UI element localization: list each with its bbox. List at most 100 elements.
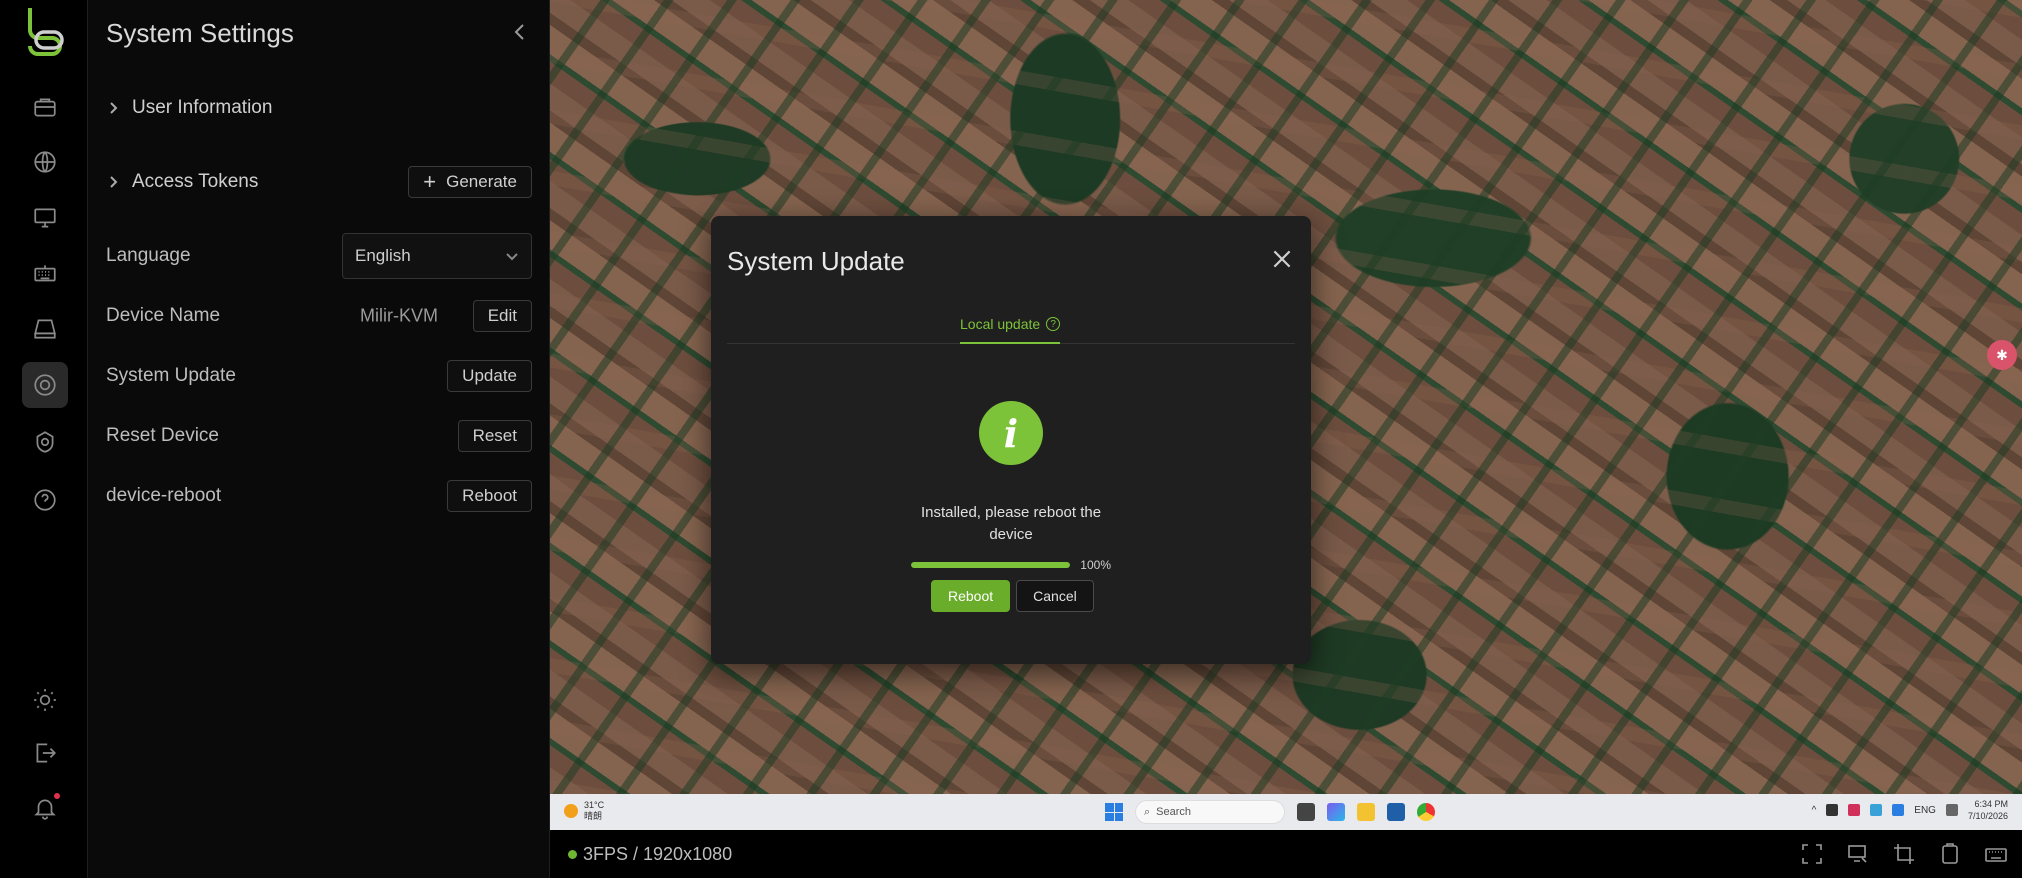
theme-icon[interactable] xyxy=(22,677,68,723)
language-row: Language English xyxy=(106,233,532,279)
modal-title: System Update xyxy=(727,246,905,276)
reboot-label: Reboot xyxy=(462,486,517,505)
app-logo-icon xyxy=(22,8,66,58)
generate-label: Generate xyxy=(446,172,517,191)
fullscreen-icon[interactable] xyxy=(1800,842,1824,866)
chevron-right-icon xyxy=(106,101,120,115)
monitor-icon[interactable] xyxy=(22,195,68,241)
task-view-icon[interactable] xyxy=(1297,803,1315,821)
device-reboot-label: device-reboot xyxy=(106,485,222,506)
help-icon[interactable]: ? xyxy=(1046,317,1061,331)
weather-temp: 31°C xyxy=(584,800,605,810)
system-settings-panel: System Settings User Information Access … xyxy=(88,0,550,878)
remote-taskbar: 31°C 晴朗 ⌕ Search ^ ENG 6:34 PM 7/10/2026 xyxy=(550,794,2022,830)
modal-actions: Reboot Cancel xyxy=(931,580,1094,612)
taskbar-search-label: Search xyxy=(1156,806,1192,818)
notification-badge xyxy=(54,793,60,799)
collapse-panel-icon[interactable] xyxy=(508,20,532,44)
chevron-down-icon xyxy=(506,253,518,261)
modal-tabs: Local update ? xyxy=(727,306,1295,344)
status-bar: 3FPS / 1920x1080 xyxy=(550,830,2022,878)
language-indicator[interactable]: ENG xyxy=(1914,805,1936,816)
device-settings-icon[interactable] xyxy=(22,419,68,465)
clipboard-icon[interactable] xyxy=(1938,842,1962,866)
globe-icon[interactable] xyxy=(22,139,68,185)
system-update-row: System Update Update xyxy=(106,356,532,396)
tray-app-icon[interactable] xyxy=(1826,804,1839,816)
language-select[interactable]: English xyxy=(342,233,532,279)
sun-icon xyxy=(564,804,578,818)
close-icon[interactable] xyxy=(1269,246,1295,272)
info-icon: i xyxy=(979,401,1043,465)
taskbar-clock[interactable]: 6:34 PM 7/10/2026 xyxy=(1968,798,2008,822)
device-name-label: Device Name xyxy=(106,305,221,326)
taskbar-center: ⌕ Search xyxy=(1105,800,1435,824)
keyboard-icon[interactable] xyxy=(22,251,68,297)
tab-local-update[interactable]: Local update ? xyxy=(960,306,1061,344)
reboot-button[interactable]: Reboot xyxy=(447,480,532,512)
weather-desc: 晴朗 xyxy=(584,811,603,821)
access-tokens-label: Access Tokens xyxy=(132,171,259,192)
update-label: Update xyxy=(462,366,517,385)
access-tokens-row[interactable]: Access Tokens + Generate xyxy=(106,162,532,202)
chrome-icon[interactable] xyxy=(1417,803,1435,821)
taskbar-search[interactable]: ⌕ Search xyxy=(1135,800,1285,824)
network-icon[interactable] xyxy=(1945,804,1958,816)
tab-local-update-label: Local update xyxy=(960,316,1041,332)
status-toolbar xyxy=(1800,842,2008,866)
store-icon[interactable] xyxy=(1387,803,1405,821)
tray-app-icon[interactable] xyxy=(1870,804,1883,816)
tray-chevron-up-icon[interactable]: ^ xyxy=(1812,805,1817,816)
user-information-label: User Information xyxy=(132,97,273,118)
weather-widget[interactable]: 31°C 晴朗 xyxy=(564,800,604,822)
windows-start-icon[interactable] xyxy=(1105,803,1123,821)
generate-button[interactable]: + Generate xyxy=(408,166,532,198)
edit-button[interactable]: Edit xyxy=(472,300,532,332)
progress-percent: 100% xyxy=(1080,558,1111,572)
connection-status-dot xyxy=(568,849,577,859)
edit-label: Edit xyxy=(487,306,517,325)
device-reboot-row: device-reboot Reboot xyxy=(106,476,532,516)
notification-icon[interactable] xyxy=(22,785,68,831)
device-name-value: Milir-KVM xyxy=(360,305,438,326)
search-icon: ⌕ xyxy=(1144,805,1151,818)
bluetooth-icon[interactable] xyxy=(1892,804,1905,816)
file-explorer-icon[interactable] xyxy=(1357,803,1375,821)
device-name-row: Device Name Milir-KVM Edit xyxy=(106,296,532,336)
progress-track xyxy=(911,562,1071,568)
modal-reboot-button[interactable]: Reboot xyxy=(931,580,1011,612)
briefcase-icon[interactable] xyxy=(22,84,68,130)
settings-icon[interactable] xyxy=(22,362,68,408)
copilot-icon[interactable] xyxy=(1327,803,1345,821)
screen-settings-icon[interactable] xyxy=(1846,842,1870,866)
system-update-modal: System Update Local update ? i Installed… xyxy=(711,216,1311,664)
language-value: English xyxy=(355,246,411,265)
reset-device-label: Reset Device xyxy=(106,425,219,446)
reset-button[interactable]: Reset xyxy=(457,420,532,452)
language-label: Language xyxy=(106,245,191,266)
crop-icon[interactable] xyxy=(1892,842,1916,866)
reset-device-row: Reset Device Reset xyxy=(106,416,532,456)
logout-icon[interactable] xyxy=(22,730,68,776)
clock-date: 7/10/2026 xyxy=(1967,811,2008,821)
modal-cancel-button[interactable]: Cancel xyxy=(1016,580,1094,612)
help-icon[interactable] xyxy=(22,477,68,523)
plus-icon: + xyxy=(423,169,437,194)
floating-app-icon[interactable]: ✱ xyxy=(1987,340,2017,370)
sidebar-rail xyxy=(0,0,88,878)
storage-icon[interactable] xyxy=(22,306,68,352)
system-tray: ^ ENG 6:34 PM 7/10/2026 xyxy=(1812,798,2008,822)
clock-time: 6:34 PM xyxy=(1974,799,2008,809)
update-button[interactable]: Update xyxy=(447,360,532,392)
panel-title: System Settings xyxy=(106,18,294,48)
tray-app-icon[interactable] xyxy=(1848,804,1861,816)
update-message: Installed, please reboot the device xyxy=(920,504,1102,543)
update-progress: 100% xyxy=(911,556,1111,574)
chevron-right-icon xyxy=(106,175,120,189)
user-information-row[interactable]: User Information xyxy=(106,88,532,128)
progress-fill xyxy=(911,562,1071,568)
virtual-keyboard-icon[interactable] xyxy=(1984,842,2008,866)
fps-resolution-text: 3FPS / 1920x1080 xyxy=(583,843,733,864)
system-update-label: System Update xyxy=(106,365,236,386)
reset-label: Reset xyxy=(472,426,517,445)
